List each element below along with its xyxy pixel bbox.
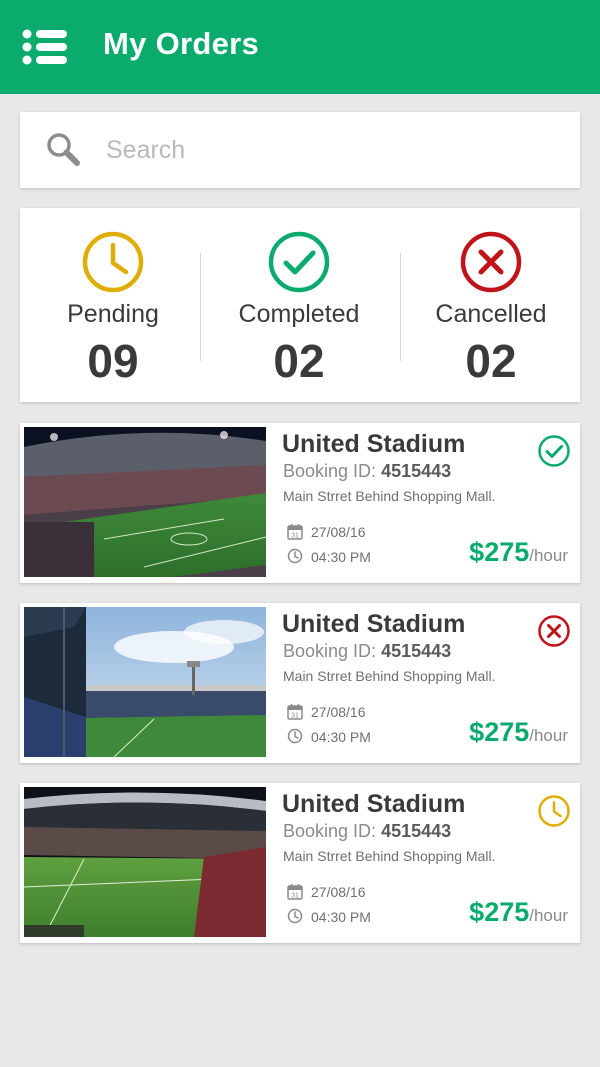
stat-label: Pending <box>67 300 159 328</box>
order-stats-card: Pending 09 Completed 02 Cancelled 02 <box>20 208 580 402</box>
clock-icon <box>82 231 144 293</box>
check-circle-icon <box>538 435 570 467</box>
price: $275/hour <box>469 537 568 568</box>
price-amount: $275 <box>469 897 530 927</box>
svg-text:31: 31 <box>291 893 299 900</box>
svg-text:31: 31 <box>291 713 299 720</box>
search-input[interactable] <box>104 128 554 172</box>
venue-address: Main Strret Behind Shopping Mall. <box>283 848 496 864</box>
svg-text:31: 31 <box>291 533 299 540</box>
stat-label: Completed <box>238 300 360 328</box>
page-title: My Orders <box>103 26 260 61</box>
venue-title: United Stadium <box>282 790 466 818</box>
booking-number: 4515443 <box>381 821 452 841</box>
booking-time: 04:30 PM <box>311 549 371 565</box>
stat-count: 09 <box>87 335 139 387</box>
price-amount: $275 <box>469 537 530 567</box>
stadium-image <box>24 607 266 757</box>
order-card[interactable]: United Stadium Booking ID: 4515443 Main … <box>20 783 580 943</box>
x-circle-icon <box>460 231 522 293</box>
clock-icon <box>287 908 303 924</box>
clock-icon <box>538 795 570 827</box>
calendar-icon: 31 <box>287 704 303 720</box>
price-amount: $275 <box>469 717 530 747</box>
price: $275/hour <box>469 717 568 748</box>
search-icon <box>47 133 80 166</box>
venue-title: United Stadium <box>282 430 466 458</box>
stat-completed[interactable]: Completed 02 <box>206 208 392 402</box>
booking-id: Booking ID: 4515443 <box>283 821 451 842</box>
hamburger-menu-icon <box>22 29 67 65</box>
check-circle-icon <box>268 231 330 293</box>
booking-id: Booking ID: 4515443 <box>283 461 451 482</box>
booking-date: 27/08/16 <box>311 884 366 900</box>
booking-number: 4515443 <box>381 461 452 481</box>
booking-id: Booking ID: 4515443 <box>283 641 451 662</box>
x-circle-icon <box>538 615 570 647</box>
app-bar: My Orders <box>0 0 600 94</box>
stadium-image <box>24 787 266 937</box>
booking-date: 27/08/16 <box>311 704 366 720</box>
booking-number: 4515443 <box>381 641 452 661</box>
booking-label: Booking ID: <box>283 641 377 661</box>
menu-button[interactable] <box>22 29 68 65</box>
price-unit: /hour <box>529 906 568 925</box>
clock-icon <box>287 548 303 564</box>
price: $275/hour <box>469 897 568 928</box>
venue-address: Main Strret Behind Shopping Mall. <box>283 488 496 504</box>
calendar-icon: 31 <box>287 884 303 900</box>
booking-time: 04:30 PM <box>311 909 371 925</box>
stadium-image <box>24 427 266 577</box>
price-unit: /hour <box>529 726 568 745</box>
venue-title: United Stadium <box>282 610 466 638</box>
stat-count: 02 <box>273 335 325 387</box>
order-card[interactable]: United Stadium Booking ID: 4515443 Main … <box>20 603 580 763</box>
stat-count: 02 <box>465 335 517 387</box>
stat-cancelled[interactable]: Cancelled 02 <box>398 208 584 402</box>
booking-time: 04:30 PM <box>311 729 371 745</box>
price-unit: /hour <box>529 546 568 565</box>
booking-label: Booking ID: <box>283 821 377 841</box>
order-card[interactable]: United Stadium Booking ID: 4515443 Main … <box>20 423 580 583</box>
booking-label: Booking ID: <box>283 461 377 481</box>
divider <box>200 253 201 361</box>
booking-date: 27/08/16 <box>311 524 366 540</box>
stat-pending[interactable]: Pending 09 <box>20 208 206 402</box>
clock-icon <box>287 728 303 744</box>
calendar-icon: 31 <box>287 524 303 540</box>
stat-label: Cancelled <box>435 300 547 328</box>
venue-address: Main Strret Behind Shopping Mall. <box>283 668 496 684</box>
